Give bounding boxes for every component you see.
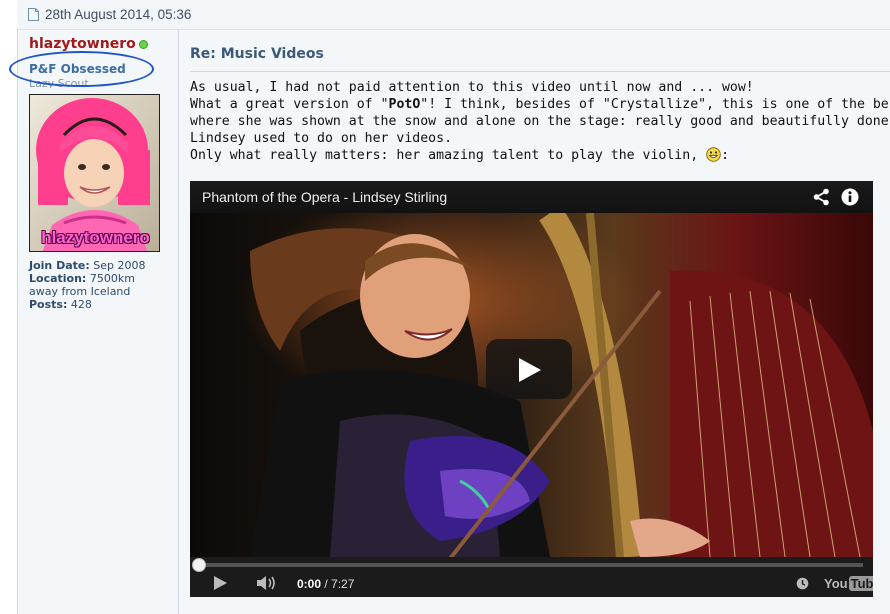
post-body: As usual, I had not paid attention to th… [190,79,890,164]
progress-bar[interactable] [200,563,863,567]
post-icon [28,8,39,21]
video-controls: 0:00 / 7:27 YouTube [190,557,873,597]
volume-icon[interactable] [256,575,278,591]
watch-later-icon[interactable] [796,577,809,590]
smiley-icon [706,147,721,162]
share-icon[interactable] [813,188,830,206]
body-line: Lindsey used to do on her videos. [190,131,453,146]
user-avatar[interactable]: hlazytownero [29,94,160,252]
play-icon [519,358,541,382]
play-button[interactable] [486,339,572,399]
user-info: Join Date: Sep 2008 Location: 7500km awa… [29,259,159,311]
username-link[interactable]: hlazytownero [29,36,136,52]
body-line: where she was shown at the snow and alon… [190,114,890,129]
embedded-video-player[interactable]: Phantom of the Opera - Lindsey Stirling [190,181,873,597]
post-date: 28th August 2014, 05:36 [45,7,192,22]
post-count: Posts: 428 [29,298,92,311]
info-icon[interactable] [841,188,859,206]
join-date: Join Date: Sep 2008 [29,259,146,272]
body-line: As usual, I had not paid attention to th… [190,80,754,95]
bold-text: PotO [388,97,421,112]
progress-scrubber[interactable] [192,558,206,572]
control-play-icon[interactable] [212,575,228,591]
location: Location: 7500km away from Iceland [29,272,135,298]
post-title: Re: Music Videos [190,46,324,62]
time-display: 0:00 / 7:27 [297,577,355,591]
online-status-icon [139,40,148,49]
youtube-logo[interactable]: YouTube [824,576,873,591]
video-title-bar: Phantom of the Opera - Lindsey Stirling [190,181,873,213]
annotation-circle [9,51,154,87]
body-line: What a great version of "PotO"! I think,… [190,97,890,112]
video-title[interactable]: Phantom of the Opera - Lindsey Stirling [202,189,447,205]
body-line: Only what really matters: her amazing ta… [190,147,730,163]
avatar-caption: hlazytownero [41,228,150,247]
title-separator [190,71,890,72]
